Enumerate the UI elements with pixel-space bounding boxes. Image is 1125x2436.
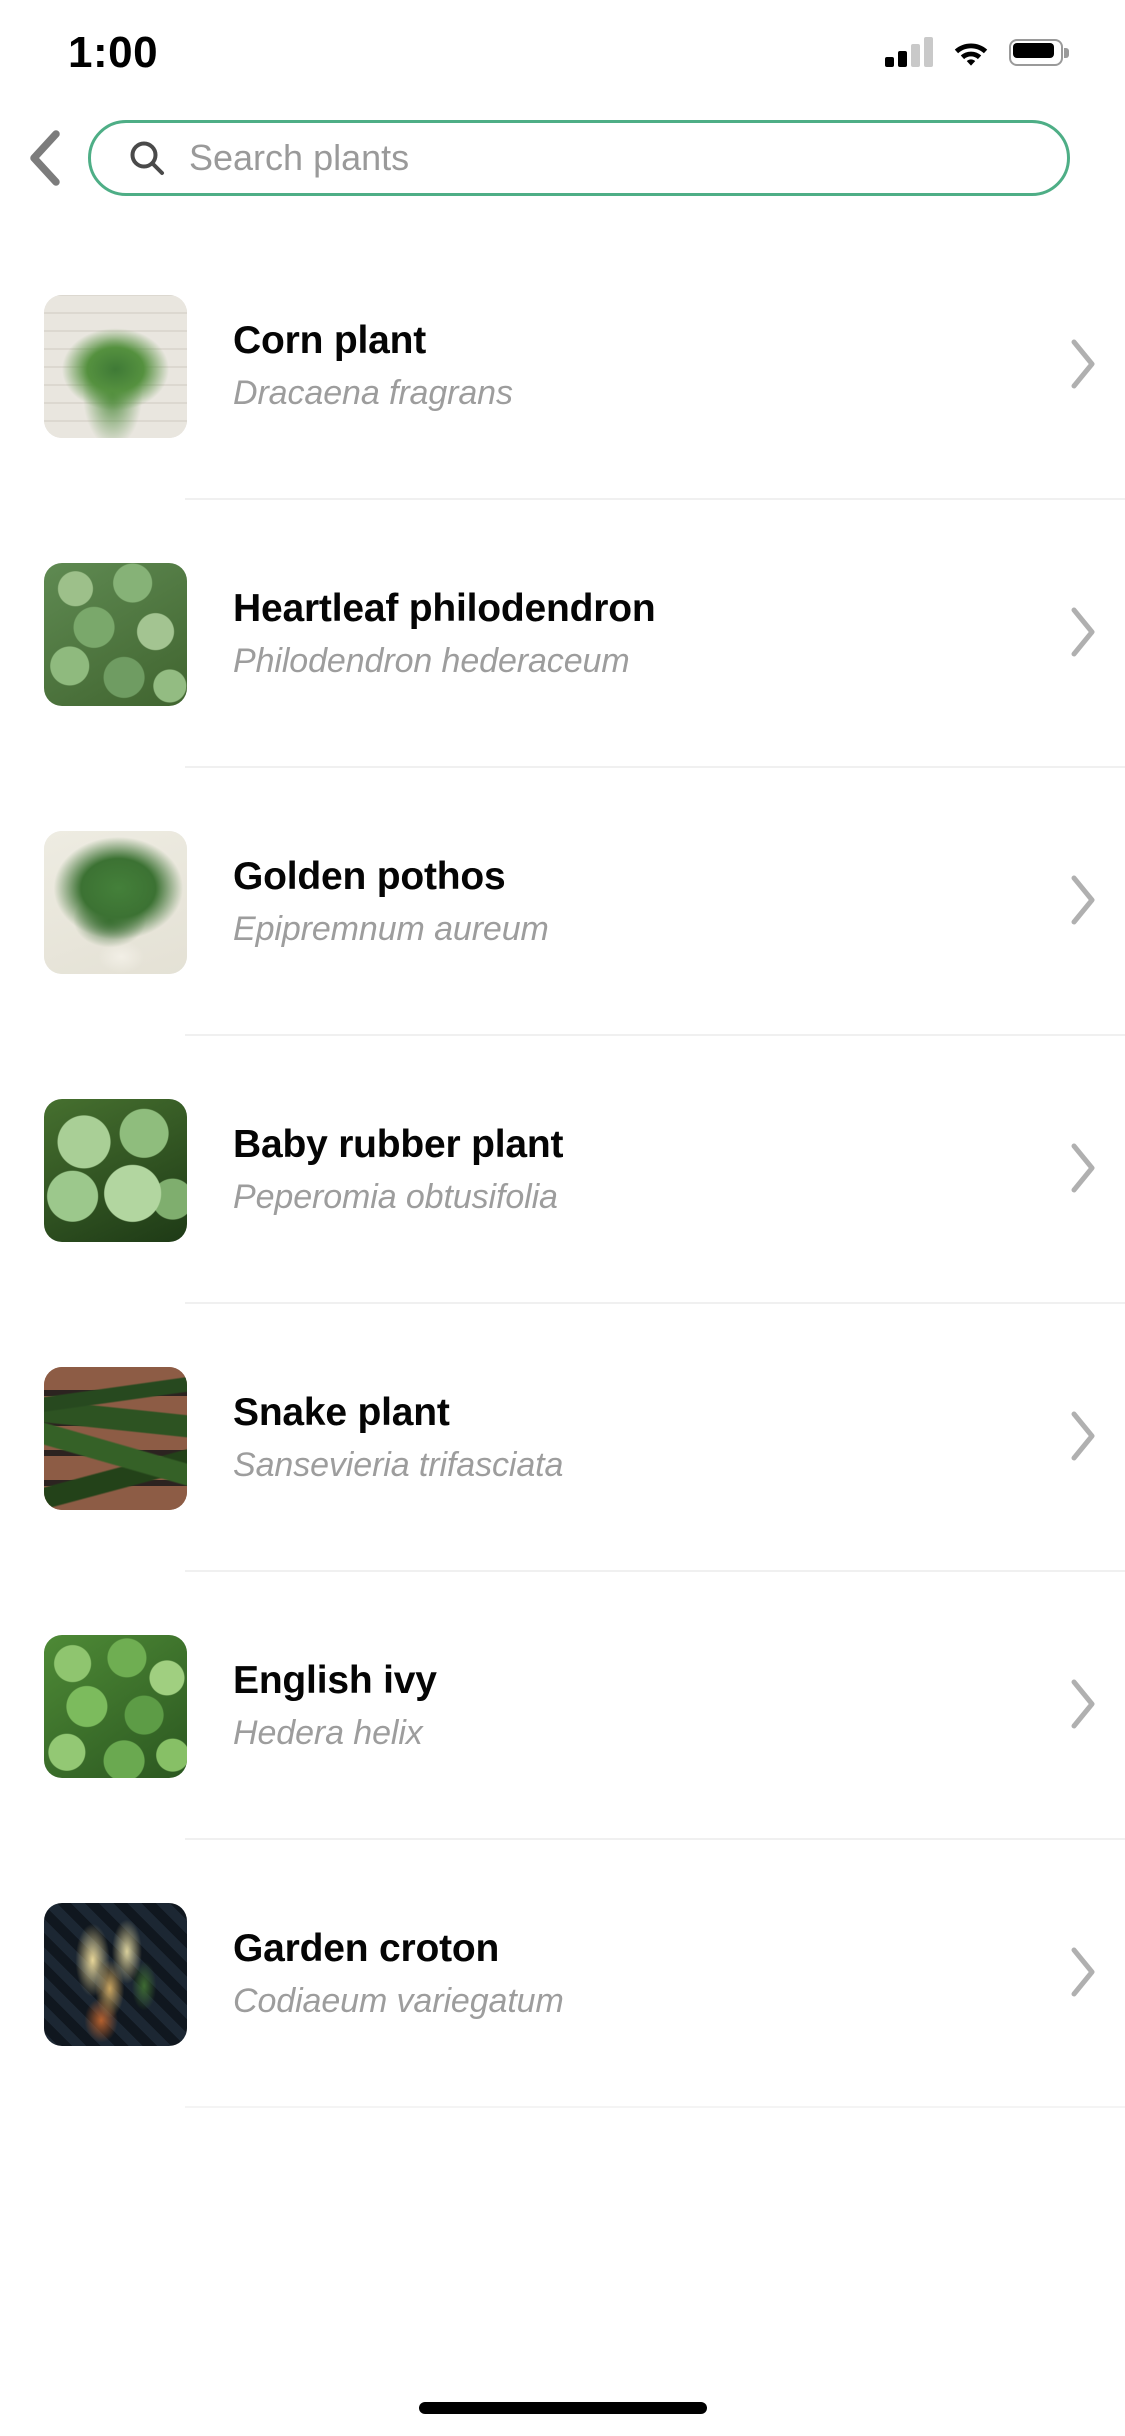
wifi-icon xyxy=(951,37,991,67)
plant-common-name: Heartleaf philodendron xyxy=(233,586,656,630)
table-row[interactable]: Snake plant Sansevieria trifasciata xyxy=(0,1304,1125,1572)
table-row[interactable]: Corn plant Dracaena fragrans xyxy=(0,232,1125,500)
row-text: Golden pothos Epipremnum aureum xyxy=(233,854,1039,948)
status-bar-indicators xyxy=(885,33,1069,67)
plant-common-name: Baby rubber plant xyxy=(233,1122,564,1166)
plant-scientific-name: Sansevieria trifasciata xyxy=(233,1445,564,1484)
row-text: English ivy Hedera helix xyxy=(233,1658,1039,1752)
chevron-right-icon xyxy=(1067,1946,1097,2003)
table-row[interactable]: Baby rubber plant Peperomia obtusifolia xyxy=(0,1036,1125,1304)
plant-scientific-name: Hedera helix xyxy=(233,1713,423,1752)
row-divider xyxy=(185,2106,1125,2108)
table-row[interactable]: Garden croton Codiaeum variegatum xyxy=(0,1840,1125,2108)
plant-common-name: Snake plant xyxy=(233,1390,450,1434)
plant-scientific-name: Philodendron hederaceum xyxy=(233,641,630,680)
chevron-right-icon xyxy=(1067,1678,1097,1735)
chevron-right-icon xyxy=(1067,338,1097,395)
chevron-left-icon xyxy=(26,130,62,186)
english-ivy-thumbnail xyxy=(44,1634,187,1778)
table-row[interactable]: Golden pothos Epipremnum aureum xyxy=(0,768,1125,1036)
row-disclosure-button[interactable] xyxy=(1039,1946,1125,2003)
search-icon xyxy=(127,138,167,178)
plant-results-list: Corn plant Dracaena fragrans Heartleaf phi… xyxy=(0,232,1125,2108)
back-button[interactable] xyxy=(0,120,88,196)
phone-screen: 1:00 Search plants Corn plant Dracaena f… xyxy=(0,0,1125,2436)
golden-pothos-thumbnail xyxy=(44,830,187,974)
garden-croton-thumbnail xyxy=(44,1902,187,2046)
plant-scientific-name: Codiaeum variegatum xyxy=(233,1981,564,2020)
battery-icon xyxy=(1009,38,1069,66)
row-disclosure-button[interactable] xyxy=(1039,1678,1125,1735)
row-text: Heartleaf philodendron Philodendron heder… xyxy=(233,586,1039,680)
row-text: Baby rubber plant Peperomia obtusifolia xyxy=(233,1122,1039,1216)
status-bar: 1:00 xyxy=(0,0,1125,100)
table-row[interactable]: Heartleaf philodendron Philodendron heder… xyxy=(0,500,1125,768)
search-input[interactable] xyxy=(167,123,1067,193)
row-text: Snake plant Sansevieria trifasciata xyxy=(233,1390,1039,1484)
plant-common-name: Garden croton xyxy=(233,1926,500,1970)
plant-scientific-name: Dracaena fragrans xyxy=(233,373,513,412)
search-field[interactable] xyxy=(88,120,1070,196)
chevron-right-icon xyxy=(1067,1142,1097,1199)
chevron-right-icon xyxy=(1067,1410,1097,1467)
row-disclosure-button[interactable] xyxy=(1039,1410,1125,1467)
row-text: Garden croton Codiaeum variegatum xyxy=(233,1926,1039,2020)
row-disclosure-button[interactable] xyxy=(1039,1142,1125,1199)
table-row[interactable]: English ivy Hedera helix xyxy=(0,1572,1125,1840)
row-disclosure-button[interactable] xyxy=(1039,606,1125,663)
corn-plant-thumbnail xyxy=(44,294,187,438)
plant-common-name: English ivy xyxy=(233,1658,437,1702)
plant-scientific-name: Peperomia obtusifolia xyxy=(233,1177,558,1216)
snake-plant-thumbnail xyxy=(44,1366,187,1510)
status-bar-clock: 1:00 xyxy=(68,28,159,77)
home-indicator[interactable] xyxy=(418,2402,707,2414)
chevron-right-icon xyxy=(1067,606,1097,663)
baby-rubber-plant-thumbnail xyxy=(44,1098,187,1242)
row-disclosure-button[interactable] xyxy=(1039,874,1125,931)
plant-common-name: Corn plant xyxy=(233,318,426,362)
heartleaf-philodendron-thumbnail xyxy=(44,562,187,706)
chevron-right-icon xyxy=(1067,874,1097,931)
row-text: Corn plant Dracaena fragrans xyxy=(233,318,1039,412)
plant-common-name: Golden pothos xyxy=(233,854,506,898)
row-disclosure-button[interactable] xyxy=(1039,338,1125,395)
search-header xyxy=(0,120,1125,196)
cellular-signal-icon xyxy=(885,37,933,67)
plant-scientific-name: Epipremnum aureum xyxy=(233,909,549,948)
